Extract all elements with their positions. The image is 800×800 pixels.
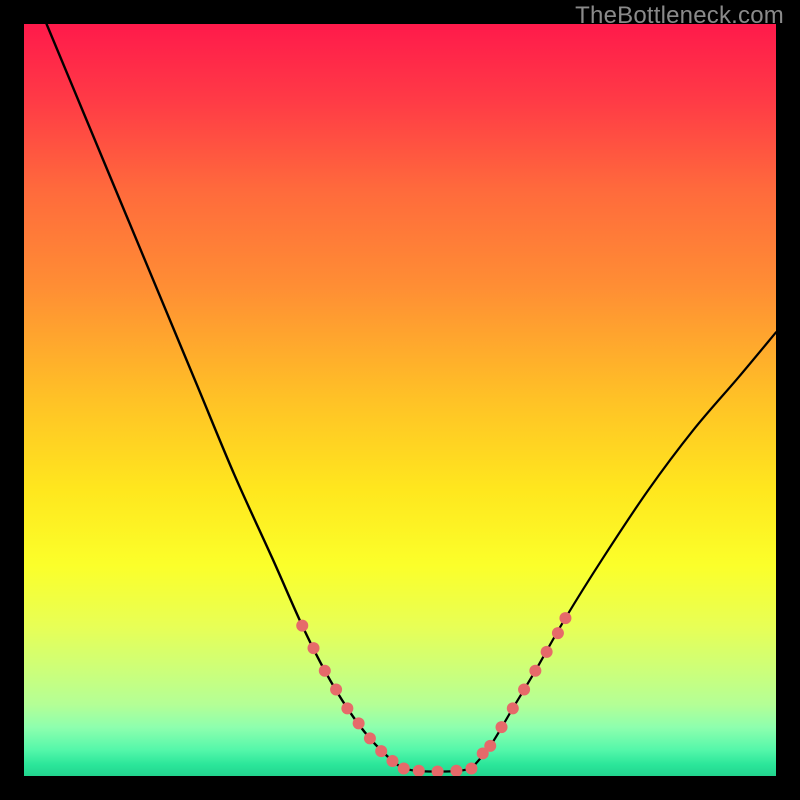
highlight-dot	[386, 755, 398, 767]
highlight-dots	[296, 612, 571, 776]
highlight-dot	[398, 762, 410, 774]
highlight-dot	[507, 702, 519, 714]
plot-area	[24, 24, 776, 776]
chart-frame: TheBottleneck.com	[0, 0, 800, 800]
curves-layer	[24, 24, 776, 776]
watermark-text: TheBottleneck.com	[575, 2, 784, 30]
curve-left	[47, 24, 404, 768]
highlight-dot	[353, 717, 365, 729]
highlight-dot	[552, 627, 564, 639]
highlight-dot	[450, 765, 462, 776]
highlight-dot	[432, 765, 444, 776]
highlight-dot	[375, 745, 387, 757]
highlight-dot	[518, 684, 530, 696]
highlight-dot	[319, 665, 331, 677]
highlight-dot	[465, 762, 477, 774]
curve-right	[471, 332, 776, 768]
highlight-dot	[559, 612, 571, 624]
highlight-dot	[496, 721, 508, 733]
highlight-dot	[330, 684, 342, 696]
highlight-dot	[296, 620, 308, 632]
highlight-dot	[484, 740, 496, 752]
highlight-dot	[413, 765, 425, 776]
highlight-dot	[341, 702, 353, 714]
highlight-dot	[541, 646, 553, 658]
highlight-dot	[529, 665, 541, 677]
highlight-dot	[308, 642, 320, 654]
highlight-dot	[364, 732, 376, 744]
